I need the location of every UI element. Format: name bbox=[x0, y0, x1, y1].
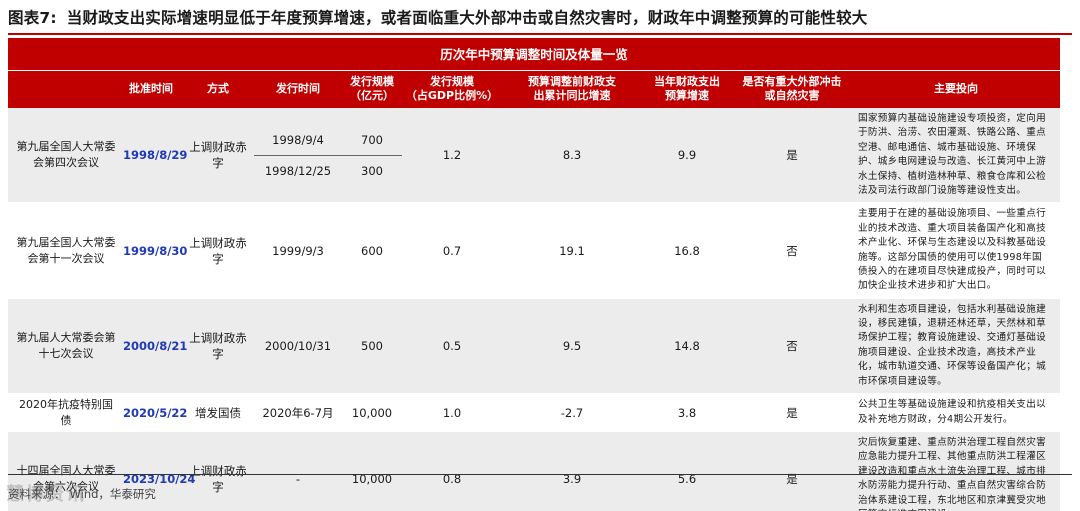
cell-scale: 600 bbox=[342, 202, 402, 299]
cell-direction: 公共卫生等基础设施建设和抗疫相关支出以及补充地方财政，分4期公开发行。 bbox=[852, 393, 1061, 433]
cell-issue-date: 2020年6-7月 bbox=[254, 393, 342, 433]
header-scale-gdp: 发行规模 （占GDP比例%） bbox=[402, 70, 502, 108]
cell-method: 上调财政赤字 bbox=[182, 431, 254, 511]
cell-budget-growth: 3.8 bbox=[642, 393, 732, 433]
cell-direction: 灾后恢复重建、重点防洪治理工程自然灾害应急能力提升工程、其他重点防洪工程灌区建设… bbox=[852, 431, 1061, 511]
cell-shock: 是 bbox=[732, 393, 852, 433]
source-label: 资料来源： bbox=[8, 487, 66, 501]
cell-method: 上调财政赤字 bbox=[182, 298, 254, 395]
cell-pre-growth: -2.7 bbox=[502, 393, 642, 433]
cell-scale: 10,000 bbox=[342, 431, 402, 511]
bottom-divider bbox=[8, 474, 1072, 475]
header-method: 方式 bbox=[182, 70, 254, 108]
cell-approval-date: 2000/8/21 bbox=[120, 298, 187, 395]
cell-shock: 是 bbox=[732, 431, 852, 511]
cell-meeting: 2020年抗疫特别国债 bbox=[8, 393, 120, 433]
cell-issue-date-2: 1998/12/25 bbox=[264, 163, 332, 178]
cell-scale-2: 300 bbox=[361, 163, 383, 178]
cell-scale-1: 700 bbox=[342, 125, 402, 156]
header-pre-growth-label: 预算调整前财政支 出累计同比增速 bbox=[528, 74, 616, 103]
cell-method: 上调财政赤字 bbox=[182, 202, 254, 299]
cell-approval-date: 1998/8/29 bbox=[120, 108, 187, 204]
cell-scale-gdp: 0.5 bbox=[402, 298, 502, 395]
source-note: 资料来源： Wind，华泰研究 bbox=[8, 484, 156, 504]
header-pre-growth: 预算调整前财政支 出累计同比增速 bbox=[502, 70, 642, 108]
cell-shock: 否 bbox=[732, 202, 852, 299]
header-shock-label: 是否有重大外部冲击 或自然灾害 bbox=[742, 74, 842, 103]
header-approval-date: 批准时间 bbox=[120, 70, 182, 108]
header-scale: 发行规模 （亿元） bbox=[342, 70, 402, 108]
cell-pre-growth: 8.3 bbox=[502, 108, 642, 204]
table-row: 第九届全国人大常委会第四次会议 1998/8/29 上调财政赤字 1998/9/… bbox=[8, 108, 1061, 204]
cell-issue-date: 2000/10/31 bbox=[254, 298, 342, 395]
cell-scale-gdp: 0.7 bbox=[402, 202, 502, 299]
budget-adjustment-table: 历次年中预算调整时间及体量一览 批准时间 方式 发行时间 发行规模 （亿元） 发… bbox=[8, 38, 1061, 511]
title-divider bbox=[8, 33, 1072, 35]
cell-method: 上调财政赤字 bbox=[182, 108, 254, 204]
cell-meeting: 第九届人大常委会第十七次会议 bbox=[8, 298, 120, 395]
table-row: 第九届人大常委会第十七次会议 2000/8/21 上调财政赤字 2000/10/… bbox=[8, 298, 1061, 395]
cell-approval-date: 1999/8/30 bbox=[120, 202, 187, 299]
cell-pre-growth: 9.5 bbox=[502, 298, 642, 395]
cell-issue-date: - bbox=[254, 431, 342, 511]
cell-scale-gdp: 0.8 bbox=[402, 431, 502, 511]
header-meeting bbox=[8, 70, 120, 108]
cell-issue-date-1: 1998/9/4 bbox=[254, 125, 342, 156]
cell-pre-growth: 3.9 bbox=[502, 431, 642, 511]
cell-direction: 主要用于在建的基础设施项目、一些重点行业的技术改造、重大项目装备国产化和高技术产… bbox=[852, 202, 1061, 299]
cell-scale: 700 300 bbox=[342, 108, 402, 204]
table-row: 2020年抗疫特别国债 2020/5/22 增发国债 2020年6-7月 10,… bbox=[8, 393, 1061, 433]
cell-method: 增发国债 bbox=[182, 393, 254, 433]
cell-direction: 水利和生态项目建设，包括水利基础设施建设，移民建镇，退耕还林还草，天然林和草场保… bbox=[852, 298, 1061, 395]
cell-scale-gdp: 1.2 bbox=[402, 108, 502, 204]
cell-budget-growth: 14.8 bbox=[642, 298, 732, 395]
table-banner: 历次年中预算调整时间及体量一览 bbox=[8, 38, 1061, 71]
cell-issue-date: 1999/9/3 bbox=[254, 202, 342, 299]
header-direction: 主要投向 bbox=[852, 70, 1061, 108]
table-row: 第九届全国人大常委会第十一次会议 1999/8/30 上调财政赤字 1999/9… bbox=[8, 202, 1061, 299]
cell-scale: 500 bbox=[342, 298, 402, 395]
header-scale-label: 发行规模 （亿元） bbox=[350, 74, 394, 103]
cell-meeting: 第九届全国人大常委会第十一次会议 bbox=[8, 202, 120, 299]
source-text: Wind，华泰研究 bbox=[69, 487, 156, 501]
header-budget-growth: 当年财政支出 预算增速 bbox=[642, 70, 732, 108]
header-budget-growth-label: 当年财政支出 预算增速 bbox=[654, 74, 720, 103]
cell-scale-gdp: 1.0 bbox=[402, 393, 502, 433]
cell-budget-growth: 5.6 bbox=[642, 431, 732, 511]
cell-scale: 10,000 bbox=[342, 393, 402, 433]
header-scale-gdp-label: 发行规模 （占GDP比例%） bbox=[405, 74, 499, 103]
figure-title-text: 当财政支出实际增速明显低于年度预算增速，或者面临重大外部冲击或自然灾害时，财政年… bbox=[66, 9, 868, 27]
header-issue-date: 发行时间 bbox=[254, 70, 342, 108]
cell-approval-date: 2020/5/22 bbox=[120, 393, 187, 433]
table-header-row: 批准时间 方式 发行时间 发行规模 （亿元） 发行规模 （占GDP比例%） 预算… bbox=[8, 70, 1061, 108]
table-row: 十四届全国人大常委会第六次会议 2023/10/24 上调财政赤字 - 10,0… bbox=[8, 431, 1061, 511]
figure-number: 图表7: bbox=[8, 9, 57, 27]
figure-title: 图表7: 当财政支出实际增速明显低于年度预算增速，或者面临重大外部冲击或自然灾害时… bbox=[8, 6, 1072, 32]
cell-direction: 国家预算内基础设施建设专项投资，定向用于防洪、治涝、农田灌溉、铁路公路、重点空港… bbox=[852, 108, 1061, 204]
cell-issue-date: 1998/9/4 1998/12/25 bbox=[254, 108, 342, 204]
cell-shock: 是 bbox=[732, 108, 852, 204]
cell-budget-growth: 16.8 bbox=[642, 202, 732, 299]
header-shock: 是否有重大外部冲击 或自然灾害 bbox=[732, 70, 852, 108]
cell-meeting: 第九届全国人大常委会第四次会议 bbox=[8, 108, 120, 204]
cell-pre-growth: 19.1 bbox=[502, 202, 642, 299]
cell-budget-growth: 9.9 bbox=[642, 108, 732, 204]
cell-shock: 否 bbox=[732, 298, 852, 395]
